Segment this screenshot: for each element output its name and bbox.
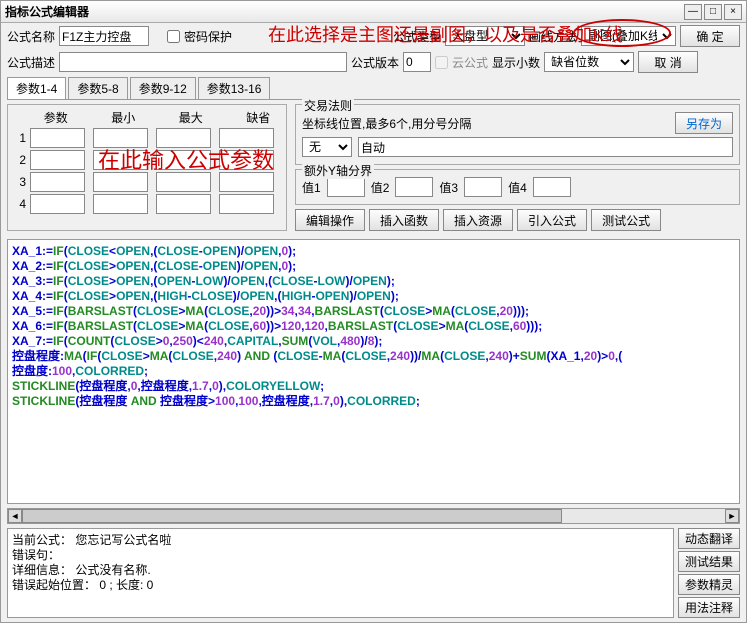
p3-name[interactable]	[30, 172, 85, 192]
draw-select[interactable]: 副图(叠加K线)	[581, 26, 676, 46]
minimize-button[interactable]: —	[684, 4, 702, 20]
v2-input[interactable]	[395, 177, 433, 197]
scroll-left-arrow[interactable]: ◄	[8, 509, 22, 523]
name-input[interactable]	[59, 26, 149, 46]
cancel-button[interactable]: 取 消	[638, 51, 698, 73]
col-param: 参数	[32, 109, 80, 126]
p2-name[interactable]	[30, 150, 85, 170]
v3-input[interactable]	[464, 177, 502, 197]
p4-def[interactable]	[219, 194, 274, 214]
ver-label: 公式版本	[351, 54, 399, 71]
name-label: 公式名称	[7, 28, 55, 45]
col-max: 最大	[167, 109, 215, 126]
col-default: 缺省	[235, 109, 283, 126]
ver-input[interactable]	[403, 52, 431, 72]
tab-params-5-8[interactable]: 参数5-8	[68, 77, 127, 99]
h-scrollbar[interactable]: ◄ ►	[7, 508, 740, 524]
extra-y-fieldset: 额外Y轴分界 值1 值2 值3 值4	[295, 169, 740, 205]
trade-hint: 坐标线位置,最多6个,用分号分隔	[302, 115, 669, 132]
cloud-checkbox	[435, 56, 448, 69]
pwd-checkbox[interactable]	[167, 30, 180, 43]
scroll-thumb[interactable]	[22, 509, 562, 523]
p1-max[interactable]	[156, 128, 211, 148]
p2-def[interactable]	[219, 150, 274, 170]
p1-min[interactable]	[93, 128, 148, 148]
type-label: 公式类型	[393, 28, 441, 45]
p3-min[interactable]	[93, 172, 148, 192]
insert-res-button[interactable]: 插入资源	[443, 209, 513, 231]
p3-max[interactable]	[156, 172, 211, 192]
dec-select[interactable]: 缺省位数	[544, 52, 634, 72]
maximize-button[interactable]: □	[704, 4, 722, 20]
edit-ops-button[interactable]: 编辑操作	[295, 209, 365, 231]
insert-func-button[interactable]: 插入函数	[369, 209, 439, 231]
test-result-button[interactable]: 测试结果	[678, 551, 740, 572]
ok-button[interactable]: 确 定	[680, 25, 740, 47]
cloud-label: 云公式	[452, 54, 488, 71]
p1-def[interactable]	[219, 128, 274, 148]
desc-label: 公式描述	[7, 54, 55, 71]
p1-name[interactable]	[30, 128, 85, 148]
window-title: 指标公式编辑器	[5, 3, 684, 20]
type-select[interactable]: 大盘型	[445, 26, 525, 46]
p4-min[interactable]	[93, 194, 148, 214]
trade-none-select[interactable]: 无	[302, 137, 352, 157]
v1-input[interactable]	[327, 177, 365, 197]
extra-legend: 额外Y轴分界	[302, 162, 374, 179]
save-as-button[interactable]: 另存为	[675, 112, 733, 134]
param-grid: 参数 最小 最大 缺省 1 2 3 4 在此输入公式参数	[7, 104, 287, 231]
import-formula-button[interactable]: 引入公式	[517, 209, 587, 231]
usage-notes-button[interactable]: 用法注释	[678, 597, 740, 618]
close-button[interactable]: ×	[724, 4, 742, 20]
pwd-label: 密码保护	[184, 28, 232, 45]
test-formula-button[interactable]: 测试公式	[591, 209, 661, 231]
titlebar: 指标公式编辑器 — □ ×	[1, 1, 746, 23]
dec-label: 显示小数	[492, 54, 540, 71]
dynamic-translate-button[interactable]: 动态翻译	[678, 528, 740, 549]
code-editor[interactable]: XA_1:=IF(CLOSE<OPEN,(CLOSE-OPEN)/OPEN,0)…	[7, 239, 740, 504]
p2-max[interactable]	[156, 150, 211, 170]
desc-input[interactable]	[59, 52, 347, 72]
p2-min[interactable]	[93, 150, 148, 170]
p4-max[interactable]	[156, 194, 211, 214]
p3-def[interactable]	[219, 172, 274, 192]
v4-input[interactable]	[533, 177, 571, 197]
param-tabs: 参数1-4 参数5-8 参数9-12 参数13-16	[7, 77, 740, 100]
tab-params-13-16[interactable]: 参数13-16	[198, 77, 271, 99]
p4-name[interactable]	[30, 194, 85, 214]
trade-legend: 交易法则	[302, 97, 354, 114]
tab-params-9-12[interactable]: 参数9-12	[130, 77, 196, 99]
tab-params-1-4[interactable]: 参数1-4	[7, 77, 66, 99]
trade-fieldset: 交易法则 坐标线位置,最多6个,用分号分隔 另存为 无	[295, 104, 740, 165]
trade-auto-input[interactable]	[358, 137, 733, 157]
param-wizard-button[interactable]: 参数精灵	[678, 574, 740, 595]
draw-label: 画线方法	[529, 28, 577, 45]
col-min: 最小	[100, 109, 148, 126]
status-panel: 当前公式： 您忘记写公式名啦 错误句： 详细信息： 公式没有名称. 错误起始位置…	[7, 528, 674, 618]
scroll-right-arrow[interactable]: ►	[725, 509, 739, 523]
